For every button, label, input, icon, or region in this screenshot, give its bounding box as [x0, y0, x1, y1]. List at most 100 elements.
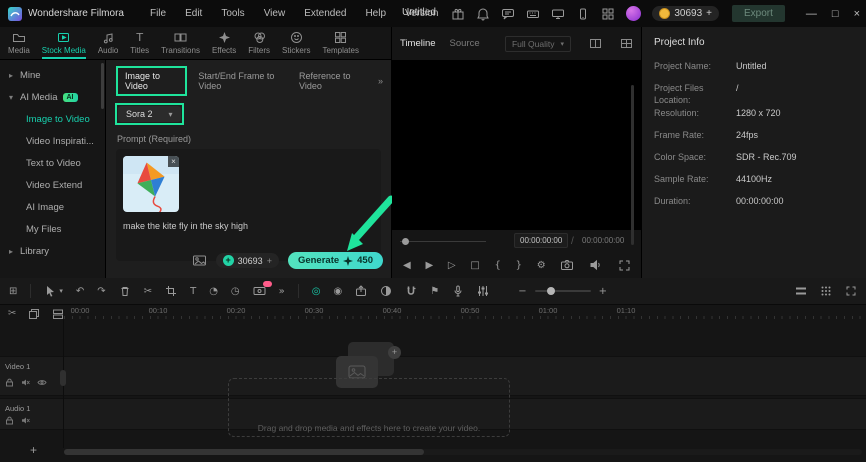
menu-extended[interactable]: Extended [304, 8, 346, 19]
seek-bar[interactable] [400, 241, 486, 242]
timeline-drop-zone[interactable]: Drag and drop media and effects here to … [228, 378, 510, 437]
timeline-grid-icon[interactable] [820, 285, 832, 297]
model-select[interactable]: Sora 2 ▾ [118, 106, 181, 122]
delete-button[interactable] [119, 285, 131, 297]
feedback-icon[interactable] [501, 7, 515, 21]
prompt-input-area[interactable]: × make the kite fly in the sky high [116, 149, 381, 261]
quality-select[interactable]: Full Quality ▾ [505, 36, 571, 52]
more-tabs-icon[interactable]: » [378, 76, 383, 86]
eye-icon[interactable] [37, 378, 47, 387]
next-frame-button[interactable]: ▶ [425, 260, 433, 271]
tab-transitions[interactable]: Transitions [155, 27, 206, 59]
sidebar-item-my-files[interactable]: My Files [0, 218, 105, 240]
speaker-icon[interactable] [589, 258, 603, 272]
display-icon[interactable] [551, 7, 565, 21]
scrollbar-thumb[interactable] [64, 449, 424, 455]
export-button[interactable]: Export [732, 5, 785, 22]
add-credits-icon[interactable]: + [706, 8, 712, 19]
compare-view-icon[interactable] [589, 37, 602, 50]
lock-icon[interactable] [5, 416, 14, 425]
audio-mixer-button[interactable] [477, 285, 489, 297]
track-panel-resize-handle[interactable] [60, 370, 66, 386]
sidebar-group-library[interactable]: ▸ Library [0, 240, 105, 262]
generate-button[interactable]: Generate 450 [288, 252, 383, 269]
gift-icon[interactable] [451, 7, 465, 21]
tab-timeline-preview[interactable]: Timeline [400, 38, 436, 49]
lock-icon[interactable] [5, 378, 14, 387]
text-tool-button[interactable]: T [190, 286, 196, 297]
timeline-horizontal-scrollbar[interactable] [64, 449, 862, 455]
menu-file[interactable]: File [150, 8, 166, 19]
mark-out-button[interactable]: } [516, 260, 522, 271]
output-settings-icon[interactable] [192, 253, 207, 268]
sidebar-item-video-inspiration[interactable]: Video Inspirati... [0, 130, 105, 152]
export-frame-button[interactable] [355, 285, 367, 297]
menu-edit[interactable]: Edit [185, 8, 202, 19]
timeline-ruler[interactable]: 00:00 00:10 00:20 00:30 00:40 00:50 01:0… [64, 305, 866, 319]
crop-button[interactable] [165, 285, 177, 297]
screen-record-button[interactable] [253, 285, 266, 297]
previous-frame-button[interactable]: ◀ [403, 260, 411, 271]
keyboard-icon[interactable] [526, 7, 540, 21]
split-button[interactable]: ✂ [144, 286, 152, 297]
uploaded-image-thumbnail[interactable]: × [123, 156, 179, 212]
notification-bell-icon[interactable] [476, 7, 490, 21]
redo-button[interactable]: ↷ [97, 286, 105, 297]
tab-image-to-video[interactable]: Image to Video [116, 66, 187, 96]
seek-handle[interactable] [402, 238, 409, 245]
apps-grid-icon[interactable] [601, 7, 615, 21]
mute-icon[interactable] [21, 416, 30, 425]
magnet-snap-button[interactable] [405, 285, 417, 297]
preview-scrollbar[interactable] [631, 85, 634, 245]
speed-button[interactable]: ◔ [209, 286, 218, 297]
sidebar-group-mine[interactable]: ▸ Mine [0, 64, 105, 86]
credits-badge[interactable]: 30693 + [652, 6, 719, 21]
zoom-slider-handle[interactable] [547, 287, 555, 295]
tab-effects[interactable]: Effects [206, 27, 242, 59]
sidebar-scrollbar[interactable] [101, 63, 104, 109]
tab-source-preview[interactable]: Source [450, 38, 480, 49]
mute-icon[interactable] [21, 378, 30, 387]
tab-titles[interactable]: T Titles [124, 27, 155, 59]
zoom-in-button[interactable]: + [599, 286, 607, 297]
tab-stickers[interactable]: Stickers [276, 27, 316, 59]
minimize-button[interactable]: — [806, 8, 817, 20]
menu-tools[interactable]: Tools [221, 8, 244, 19]
ai-credits-badge[interactable]: + 30693 + [216, 253, 279, 268]
tab-templates[interactable]: Templates [317, 27, 365, 59]
mask-button[interactable] [380, 285, 392, 297]
chroma-key-button[interactable]: ◎ [312, 286, 321, 297]
prompt-text[interactable]: make the kite fly in the sky high [123, 221, 374, 231]
zoom-slider[interactable] [535, 290, 591, 292]
tab-audio[interactable]: Audio [92, 27, 124, 59]
top-up-icon[interactable]: + [223, 255, 234, 266]
grid-view-icon[interactable] [620, 37, 633, 50]
remove-image-icon[interactable]: × [168, 156, 179, 167]
media-bin-toggle-icon[interactable]: ⊞ [9, 286, 17, 297]
tab-media[interactable]: Media [2, 27, 36, 59]
menu-help[interactable]: Help [365, 8, 386, 19]
menu-view[interactable]: View [264, 8, 286, 19]
snapshot-camera-icon[interactable] [560, 258, 574, 272]
undo-button[interactable]: ↶ [76, 286, 84, 297]
keyframe-button[interactable]: ◉ [334, 286, 343, 297]
tab-stock-media[interactable]: Stock Media [36, 27, 92, 59]
mark-in-button[interactable]: { [495, 260, 501, 271]
playback-settings-icon[interactable]: ⚙ [537, 260, 546, 271]
sidebar-item-ai-image[interactable]: AI Image [0, 196, 105, 218]
timecode-current[interactable]: 00:00:00:00 [514, 233, 568, 248]
close-button[interactable]: × [854, 8, 860, 20]
tab-reference-to-video[interactable]: Reference to Video [299, 71, 367, 91]
more-tools-icon[interactable]: » [279, 286, 285, 297]
fullscreen-icon[interactable] [618, 259, 631, 272]
select-tool[interactable]: ▾ [44, 285, 63, 297]
duration-button[interactable]: ◷ [231, 286, 240, 297]
add-media-icon[interactable]: + [388, 346, 401, 359]
play-button[interactable]: ▷ [448, 260, 456, 271]
sidebar-item-video-extend[interactable]: Video Extend [0, 174, 105, 196]
user-avatar[interactable] [626, 6, 641, 21]
sidebar-item-text-to-video[interactable]: Text to Video [0, 152, 105, 174]
sidebar-group-ai-media[interactable]: ▾ AI Media AI [0, 86, 105, 108]
stop-button[interactable]: □ [470, 260, 479, 271]
add-track-button[interactable]: + [30, 443, 37, 457]
